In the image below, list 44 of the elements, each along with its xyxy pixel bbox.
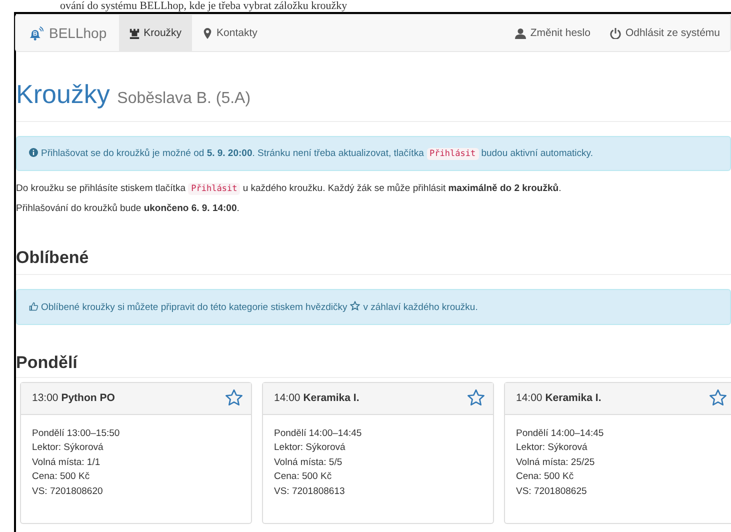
power-icon <box>610 28 622 38</box>
info-icon <box>29 148 38 157</box>
document-caption: ování do systému BELLhop, kde je třeba vybrat záložku kroužky <box>59 0 348 12</box>
club-detail: Lektor: Sýkorová <box>516 441 588 456</box>
club-detail: Volná místa: 25/25 <box>516 456 596 470</box>
club-detail: VS: 7201808613 <box>274 484 346 499</box>
nav-tab[interactable]: Kroužky <box>118 15 192 51</box>
club-detail: Pondělí 14:00–14:45 <box>516 426 605 441</box>
section-heading: Oblíbené <box>16 248 731 275</box>
club-detail: Cena: 500 Kč <box>274 470 333 484</box>
club-detail: VS: 7201808620 <box>32 484 104 499</box>
section-heading: Pondělí <box>16 352 731 378</box>
club-title: 13:00 Python PO <box>32 392 115 404</box>
map-pin-icon <box>202 28 213 38</box>
club-detail: Volná místa: 5/5 <box>274 456 344 470</box>
user-icon <box>515 28 526 38</box>
club-detail: Pondělí 14:00–14:45 <box>274 426 363 441</box>
alert-text: v záhlaví každého kroužku. <box>363 302 478 313</box>
nav-tab[interactable]: Kontakty <box>192 15 268 51</box>
rook-icon <box>128 28 140 38</box>
club-detail: Pondělí 13:00–15:50 <box>32 426 121 441</box>
club-title: 14:00 Keramika I. <box>516 392 602 404</box>
alert-text: Přihlašovat se do kroužků je možné od 5. 9. 20:00. Stránku není třeba aktualizovat, tlačítka Přihlásit budou aktivní automaticky. <box>41 148 593 159</box>
club-detail: Volná místa: 1/1 <box>32 456 102 470</box>
student-name: Soběslava B. (5.A) <box>117 90 251 107</box>
favorite-star-icon[interactable] <box>467 389 485 408</box>
club-detail: Lektor: Sýkorová <box>274 441 346 456</box>
club-detail: Cena: 500 Kč <box>32 470 91 484</box>
thumbs-up-icon <box>29 302 38 311</box>
favorite-star-icon[interactable] <box>709 389 727 408</box>
nav-link[interactable]: Změnit heslo <box>505 15 600 51</box>
club-title: 14:00 Keramika I. <box>274 392 360 404</box>
bell-logo-icon <box>28 26 44 40</box>
favorite-star-icon[interactable] <box>225 389 243 408</box>
club-detail: Lektor: Sýkorová <box>32 441 104 456</box>
alert-text: Oblíbené kroužky si můžete připravit do této kategorie stiskem hvězdičky <box>41 302 348 313</box>
club-detail: VS: 7201808625 <box>516 484 588 499</box>
star-icon <box>350 300 360 311</box>
brand-link[interactable]: BELLhop <box>16 15 119 51</box>
paragraph: Přihlašování do kroužků bude ukončeno 6. 9. 14:00. <box>16 202 240 214</box>
nav-link[interactable]: Odhlásit ze systému <box>600 15 730 51</box>
paragraph: Do kroužku se přihlásíte stiskem tlačítka Přihlásit u každého kroužku. Každý žák se může přihlásit maximálně do 2 kroužků. <box>16 182 562 194</box>
page-title: Kroužky <box>16 79 110 109</box>
club-detail: Cena: 500 Kč <box>516 470 575 484</box>
